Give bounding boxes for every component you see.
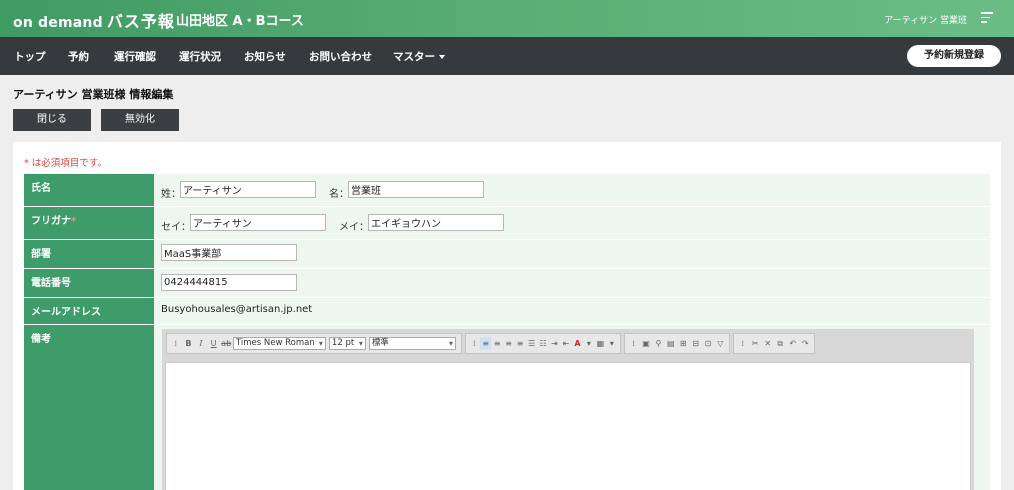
route-title: 山田地区 A・Bコース xyxy=(176,14,304,29)
phone-label: 電話番号 xyxy=(24,269,154,297)
toolbar-handle-icon: ⁞ xyxy=(472,339,476,348)
email-label: メールアドレス xyxy=(24,298,154,324)
undo-icon[interactable]: ↶ xyxy=(787,337,799,350)
form-panel: * は必須項目です。 氏名 姓： 名： フリガナ* セイ： メイ： 部署 電話番… xyxy=(13,142,1001,490)
merge-cell-icon[interactable]: ⊟ xyxy=(690,337,701,350)
font-family-select[interactable]: Times New Roman xyxy=(232,337,326,350)
logo-bus-yoho: バス予報 xyxy=(106,12,175,31)
name-label: 氏名 xyxy=(24,174,154,206)
required-note: * は必須項目です。 xyxy=(24,158,107,169)
main-nav: トップ 予約 運行確認 運行状況 お知らせ お問い合わせ マスター xyxy=(0,37,1014,75)
first-kana-input[interactable] xyxy=(368,214,504,231)
form-row-name: 氏名 姓： 名： xyxy=(24,174,990,206)
dept-value-cell xyxy=(154,240,990,268)
app-header: on demand バス予報 山田地区 A・Bコース アーティサン 営業班 xyxy=(0,0,1014,37)
toolbar-handle-icon: ⁞ xyxy=(174,339,178,348)
bold-icon[interactable]: B xyxy=(183,337,195,350)
email-value-cell: Busyohousales@artisan.jp.net xyxy=(154,298,990,324)
split-cell-icon[interactable]: ⊞ xyxy=(678,337,689,350)
page-title: アーティサン 営業班様 情報編集 xyxy=(13,88,174,101)
toolbar-handle-icon: ⁞ xyxy=(632,339,635,348)
disable-button[interactable]: 無効化 xyxy=(101,109,179,131)
numbered-list-icon[interactable]: ☷ xyxy=(538,337,548,350)
first-name-input[interactable] xyxy=(348,181,484,198)
toolbar-paragraph-group: ⁞ ≡ ≡ ≡ ≡ ☰ ☷ ⇥ ⇤ A ▾ ▦ ▾ xyxy=(465,333,621,354)
nav-item-contact[interactable]: お問い合わせ xyxy=(309,49,372,64)
logo-on-demand: on demand xyxy=(13,15,103,31)
highlight-dropdown-icon[interactable]: ▾ xyxy=(607,337,617,350)
redo-icon[interactable]: ↷ xyxy=(800,337,812,350)
italic-icon[interactable]: I xyxy=(195,337,207,350)
outdent-icon[interactable]: ⇤ xyxy=(561,337,571,350)
delete-icon[interactable]: ✕ xyxy=(762,337,774,350)
highlight-color-icon[interactable]: ▦ xyxy=(595,337,605,350)
align-center-icon[interactable]: ≡ xyxy=(492,337,502,350)
toolbar-edit-group: ⁞ ✂ ✕ ⧉ ↶ ↷ xyxy=(733,333,815,354)
bullet-list-icon[interactable]: ☰ xyxy=(526,337,536,350)
kana-value-cell: セイ： メイ： xyxy=(154,207,990,239)
close-button[interactable]: 閉じる xyxy=(13,109,91,131)
nav-item-operation-check[interactable]: 運行確認 xyxy=(114,49,156,64)
form-row-notes: 備考 ⁞ B I U ab Times New Roman 12 pt 標準 ⁞… xyxy=(24,325,990,490)
first-name-label: 名： xyxy=(329,189,349,200)
nav-item-master[interactable]: マスター xyxy=(393,49,445,64)
paragraph-style-select[interactable]: 標準 xyxy=(368,337,456,350)
strikethrough-icon[interactable]: ab xyxy=(220,337,232,350)
form-row-email: メールアドレス Busyohousales@artisan.jp.net xyxy=(24,298,990,324)
form-row-kana: フリガナ* セイ： メイ： xyxy=(24,207,990,239)
insert-image-icon[interactable]: ▣ xyxy=(640,337,651,350)
last-name-label: 姓： xyxy=(161,189,181,200)
copy-icon[interactable]: ⧉ xyxy=(775,337,787,350)
dept-input[interactable] xyxy=(161,244,297,261)
table-props-icon[interactable]: ⊡ xyxy=(702,337,713,350)
nav-item-notices[interactable]: お知らせ xyxy=(244,49,286,64)
caret-down-icon xyxy=(439,55,445,59)
nav-item-reservation[interactable]: 予約 xyxy=(68,49,89,64)
font-color-icon[interactable]: A xyxy=(572,337,582,350)
nav-item-operation-status[interactable]: 運行状況 xyxy=(179,49,221,64)
phone-input[interactable] xyxy=(161,274,297,291)
toolbar-handle-icon: ⁞ xyxy=(741,339,745,348)
notes-value-cell: ⁞ B I U ab Times New Roman 12 pt 標準 ⁞ ≡ … xyxy=(154,325,990,490)
first-kana-label: メイ： xyxy=(339,222,369,233)
nav-item-master-label: マスター xyxy=(393,51,435,63)
new-booking-button[interactable]: 予約新規登録 xyxy=(907,45,1001,67)
phone-value-cell xyxy=(154,269,990,297)
toolbar-insert-group: ⁞ ▣ ⚲ ▤ ⊞ ⊟ ⊡ ▽ xyxy=(624,333,730,354)
last-kana-label: セイ： xyxy=(161,222,191,233)
app-logo[interactable]: on demand バス予報 xyxy=(13,8,175,32)
form-row-phone: 電話番号 xyxy=(24,269,990,297)
form-row-dept: 部署 xyxy=(24,240,990,268)
required-mark: * xyxy=(71,216,77,227)
last-kana-input[interactable] xyxy=(190,214,326,231)
email-value: Busyohousales@artisan.jp.net xyxy=(161,304,313,315)
hamburger-menu-icon[interactable] xyxy=(981,12,993,24)
name-value-cell: 姓： 名： xyxy=(154,174,990,206)
align-left-icon[interactable]: ≡ xyxy=(480,337,491,350)
font-color-dropdown-icon[interactable]: ▾ xyxy=(584,337,594,350)
underline-icon[interactable]: U xyxy=(208,337,220,350)
toolbar-font-group: ⁞ B I U ab Times New Roman 12 pt 標準 xyxy=(166,333,462,354)
notes-editor-area[interactable] xyxy=(165,362,971,490)
cut-icon[interactable]: ✂ xyxy=(750,337,762,350)
indent-icon[interactable]: ⇥ xyxy=(549,337,559,350)
user-name[interactable]: アーティサン 営業班 xyxy=(884,13,967,26)
align-justify-icon[interactable]: ≡ xyxy=(515,337,525,350)
dept-label: 部署 xyxy=(24,240,154,268)
insert-table-icon[interactable]: ▤ xyxy=(665,337,676,350)
filter-icon[interactable]: ▽ xyxy=(715,337,726,350)
kana-label-cell: フリガナ* xyxy=(24,207,154,239)
notes-label: 備考 xyxy=(24,325,154,490)
nav-item-top[interactable]: トップ xyxy=(14,49,46,64)
align-right-icon[interactable]: ≡ xyxy=(503,337,513,350)
insert-link-icon[interactable]: ⚲ xyxy=(653,337,664,350)
font-size-select[interactable]: 12 pt xyxy=(328,337,366,350)
kana-label: フリガナ xyxy=(31,216,71,227)
rich-text-editor: ⁞ B I U ab Times New Roman 12 pt 標準 ⁞ ≡ … xyxy=(162,329,974,490)
last-name-input[interactable] xyxy=(180,181,316,198)
